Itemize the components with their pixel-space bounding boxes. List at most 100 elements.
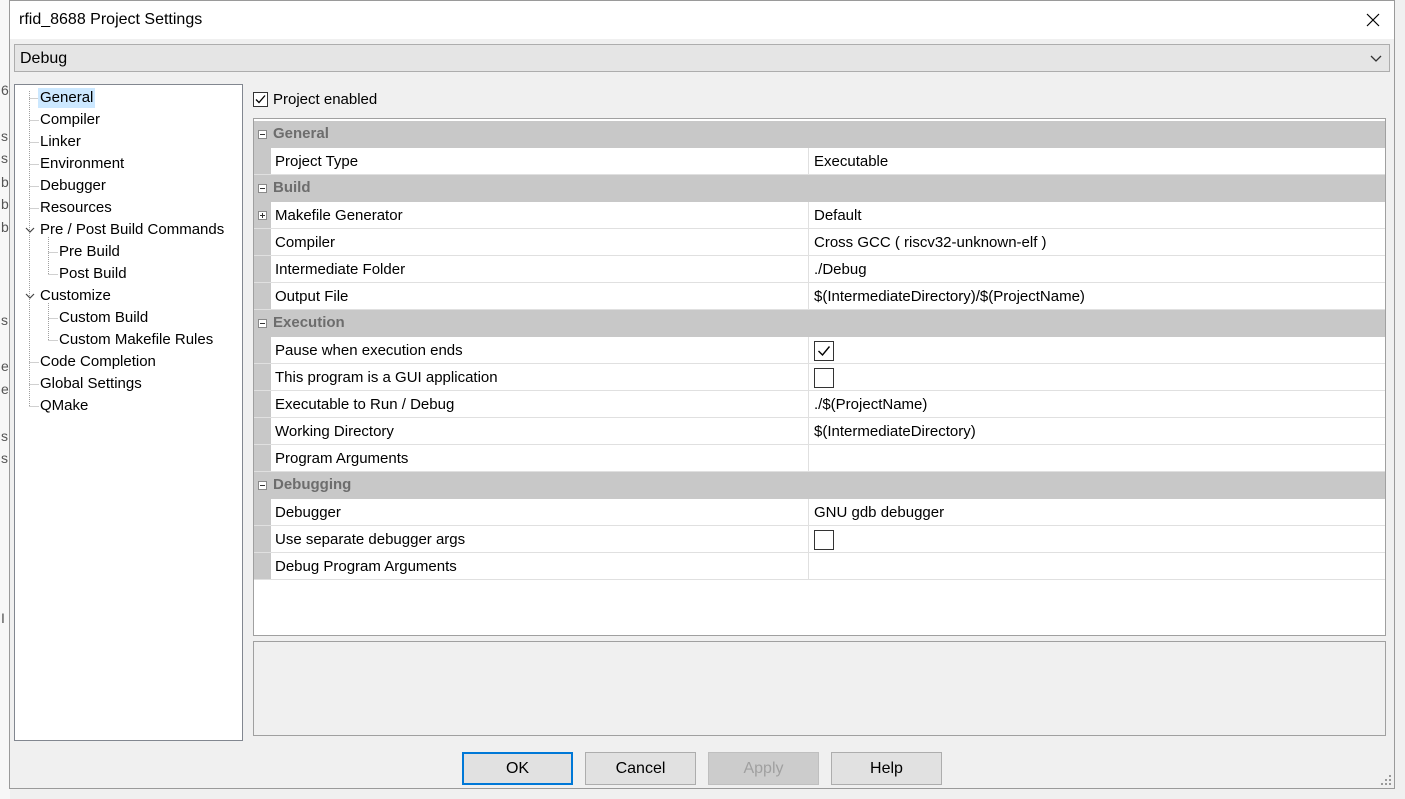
chevron-down-icon bbox=[1370, 55, 1382, 62]
property-value[interactable]: GNU gdb debugger bbox=[814, 504, 944, 521]
chevron-down-icon[interactable] bbox=[24, 290, 36, 302]
property-value[interactable]: Cross GCC ( riscv32-unknown-elf ) bbox=[814, 234, 1047, 251]
check-icon bbox=[818, 346, 831, 357]
section-title: Build bbox=[273, 179, 311, 196]
settings-tree[interactable]: General Compiler Linker Environment Debu… bbox=[14, 84, 243, 741]
collapse-icon[interactable] bbox=[258, 319, 267, 328]
section-general[interactable]: General bbox=[254, 121, 1385, 148]
background-glyph: e bbox=[1, 358, 9, 374]
property-value[interactable]: Executable bbox=[814, 153, 888, 170]
background-glyph: 6 bbox=[1, 82, 9, 98]
property-value[interactable]: ./Debug bbox=[814, 261, 867, 278]
tree-item-post-build[interactable]: Post Build bbox=[57, 264, 129, 284]
section-title: General bbox=[273, 125, 329, 142]
property-description-panel bbox=[253, 641, 1386, 736]
configuration-dropdown[interactable]: Debug bbox=[14, 44, 1390, 72]
property-row-debug-program-arguments[interactable]: Debug Program Arguments bbox=[254, 553, 1385, 580]
tree-item-global-settings[interactable]: Global Settings bbox=[38, 374, 144, 394]
property-row-debugger[interactable]: Debugger GNU gdb debugger bbox=[254, 499, 1385, 526]
row-gutter bbox=[254, 283, 271, 309]
property-row-gui-application[interactable]: This program is a GUI application bbox=[254, 364, 1385, 391]
property-value[interactable]: ./$(ProjectName) bbox=[814, 396, 927, 413]
property-name: Output File bbox=[275, 288, 349, 305]
property-name: Debug Program Arguments bbox=[275, 558, 457, 575]
property-value[interactable]: $(IntermediateDirectory) bbox=[814, 423, 976, 440]
property-value[interactable]: Default bbox=[814, 207, 862, 224]
project-enabled-checkbox[interactable]: Project enabled bbox=[253, 89, 377, 109]
project-enabled-label: Project enabled bbox=[273, 90, 378, 108]
background-glyph: b bbox=[1, 196, 9, 212]
apply-button: Apply bbox=[708, 752, 819, 785]
property-row-output-file[interactable]: Output File $(IntermediateDirectory)/$(P… bbox=[254, 283, 1385, 310]
property-row-project-type[interactable]: Project Type Executable bbox=[254, 148, 1385, 175]
collapse-icon[interactable] bbox=[258, 130, 267, 139]
expand-icon[interactable] bbox=[258, 211, 267, 220]
tree-item-qmake[interactable]: QMake bbox=[38, 396, 90, 416]
row-gutter bbox=[254, 418, 271, 444]
column-divider bbox=[808, 418, 809, 444]
collapse-icon[interactable] bbox=[258, 184, 267, 193]
property-row-separate-debugger-args[interactable]: Use separate debugger args bbox=[254, 526, 1385, 553]
property-name: Executable to Run / Debug bbox=[275, 396, 455, 413]
close-button[interactable] bbox=[1358, 5, 1388, 35]
help-button[interactable]: Help bbox=[831, 752, 942, 785]
tree-item-custom-makefile-rules[interactable]: Custom Makefile Rules bbox=[57, 330, 215, 350]
background-glyph: e bbox=[1, 381, 9, 397]
background-glyph: b bbox=[1, 174, 9, 190]
row-gutter bbox=[254, 391, 271, 417]
row-gutter bbox=[254, 148, 271, 174]
background-glyph: s bbox=[1, 312, 8, 328]
property-name: Compiler bbox=[275, 234, 336, 251]
tree-item-customize[interactable]: Customize bbox=[38, 286, 113, 306]
property-grid: General Project Type Executable Build Ma… bbox=[253, 118, 1386, 636]
tree-item-pre-build[interactable]: Pre Build bbox=[57, 242, 122, 262]
configuration-value: Debug bbox=[20, 50, 68, 67]
checkbox[interactable] bbox=[814, 530, 834, 550]
pause-when-ends-checkbox[interactable] bbox=[814, 341, 834, 365]
tree-item-environment[interactable]: Environment bbox=[38, 154, 126, 174]
tree-item-debugger[interactable]: Debugger bbox=[38, 176, 108, 196]
separate-debugger-args-checkbox[interactable] bbox=[814, 530, 834, 554]
checkbox[interactable] bbox=[814, 368, 834, 388]
property-row-executable[interactable]: Executable to Run / Debug ./$(ProjectNam… bbox=[254, 391, 1385, 418]
chevron-down-icon[interactable] bbox=[24, 224, 36, 236]
property-name: Use separate debugger args bbox=[275, 531, 466, 548]
property-row-program-arguments[interactable]: Program Arguments bbox=[254, 445, 1385, 472]
gui-application-checkbox[interactable] bbox=[814, 368, 834, 392]
tree-item-code-completion[interactable]: Code Completion bbox=[38, 352, 158, 372]
tree-item-custom-build[interactable]: Custom Build bbox=[57, 308, 150, 328]
tree-item-pre-post-build-commands[interactable]: Pre / Post Build Commands bbox=[38, 220, 226, 240]
column-divider bbox=[808, 229, 809, 255]
section-debugging[interactable]: Debugging bbox=[254, 472, 1385, 499]
row-gutter bbox=[254, 337, 271, 363]
section-build[interactable]: Build bbox=[254, 175, 1385, 202]
tree-item-resources[interactable]: Resources bbox=[38, 198, 114, 218]
background-glyph: I bbox=[1, 610, 5, 626]
checkbox[interactable] bbox=[253, 91, 268, 107]
checkbox[interactable] bbox=[814, 341, 834, 361]
property-row-pause-when-ends[interactable]: Pause when execution ends bbox=[254, 337, 1385, 364]
column-divider bbox=[808, 445, 809, 471]
property-row-compiler[interactable]: Compiler Cross GCC ( riscv32-unknown-elf… bbox=[254, 229, 1385, 256]
column-divider bbox=[808, 148, 809, 174]
property-row-intermediate-folder[interactable]: Intermediate Folder ./Debug bbox=[254, 256, 1385, 283]
section-execution[interactable]: Execution bbox=[254, 310, 1385, 337]
property-name: Program Arguments bbox=[275, 450, 409, 467]
property-name: Project Type bbox=[275, 153, 359, 170]
tree-item-compiler[interactable]: Compiler bbox=[38, 110, 102, 130]
tree-item-linker[interactable]: Linker bbox=[38, 132, 83, 152]
property-name: Pause when execution ends bbox=[275, 342, 463, 359]
property-value[interactable]: $(IntermediateDirectory)/$(ProjectName) bbox=[814, 288, 1085, 305]
property-row-makefile-generator[interactable]: Makefile Generator Default bbox=[254, 202, 1385, 229]
property-name: Debugger bbox=[275, 504, 341, 521]
window-title: rfid_8688 Project Settings bbox=[19, 11, 203, 28]
property-row-working-directory[interactable]: Working Directory $(IntermediateDirector… bbox=[254, 418, 1385, 445]
cancel-button[interactable]: Cancel bbox=[585, 752, 696, 785]
row-gutter bbox=[254, 526, 271, 552]
collapse-icon[interactable] bbox=[258, 481, 267, 490]
background-glyph: s bbox=[1, 150, 8, 166]
ok-button[interactable]: OK bbox=[462, 752, 573, 785]
resize-grip-icon[interactable] bbox=[1380, 774, 1392, 786]
close-icon bbox=[1366, 13, 1380, 27]
tree-item-general[interactable]: General bbox=[38, 88, 96, 108]
